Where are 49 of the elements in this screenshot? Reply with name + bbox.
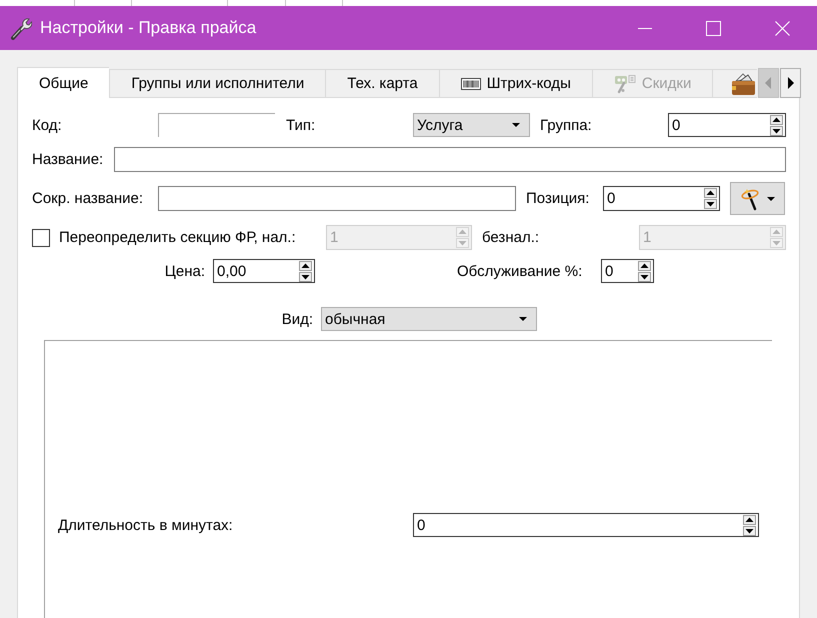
tab[interactable] — [712, 69, 757, 98]
field-label: Тип: — [286, 116, 316, 134]
tab[interactable]: Тех. карта — [325, 69, 439, 98]
field-label: Название: — [32, 151, 104, 168]
field-label: Обслуживание %: — [457, 262, 582, 280]
dropdown[interactable]: обычная — [321, 307, 537, 331]
number-field[interactable]: 0 — [601, 259, 654, 283]
scroll-right-button[interactable] — [780, 68, 801, 98]
dropdown[interactable]: Услуга — [413, 113, 530, 137]
spin-up-button[interactable] — [743, 514, 756, 524]
field-label: Сокр. название: — [32, 190, 144, 207]
number-field[interactable]: 0 — [413, 513, 759, 537]
caret-icon — [767, 196, 775, 200]
field-label: Длительность в минутах: — [58, 516, 233, 534]
spin-down-button[interactable] — [743, 526, 756, 536]
wrench-icon — [10, 16, 32, 40]
spin-down-button[interactable] — [299, 272, 312, 282]
text-field[interactable] — [158, 186, 516, 211]
field-label: Группа: — [540, 116, 592, 134]
caret-icon — [519, 317, 527, 321]
spin-down-button[interactable] — [770, 126, 783, 136]
maximize-button[interactable] — [706, 20, 721, 36]
number-field[interactable]: 0,00 — [213, 259, 315, 283]
spin-down-button[interactable] — [704, 199, 717, 209]
wand-menu-button[interactable] — [730, 182, 785, 215]
field-label: Вид: — [282, 310, 313, 328]
checkbox[interactable] — [32, 228, 50, 246]
field-label: Код: — [32, 116, 62, 134]
percent-icon — [614, 74, 636, 94]
window-title: Настройки - Правка прайса — [40, 18, 256, 38]
close-button[interactable] — [775, 20, 790, 36]
wallet-icon — [731, 72, 756, 96]
field-label: Переопределить секцию ФР, нал.: — [59, 229, 296, 246]
tab[interactable]: Штрих-коды — [438, 69, 592, 98]
caret-icon — [512, 123, 520, 127]
spin-up-button[interactable] — [299, 260, 312, 270]
number-field[interactable]: 0 — [668, 113, 786, 137]
text-field[interactable] — [114, 147, 786, 172]
spin-up-button[interactable] — [704, 188, 717, 198]
number-field[interactable]: 0 — [603, 186, 720, 211]
tab[interactable]: Группы или исполнители — [109, 69, 326, 98]
spin-up-button[interactable] — [638, 260, 651, 270]
field-label: Позиция: — [526, 190, 590, 207]
field-label: безнал.: — [482, 229, 540, 246]
tab[interactable]: Общие — [17, 67, 110, 98]
spin-down-button[interactable] — [638, 272, 651, 282]
barcode-icon — [460, 78, 481, 90]
field-label: Цена: — [164, 262, 205, 280]
spin-up-button[interactable] — [770, 114, 783, 124]
